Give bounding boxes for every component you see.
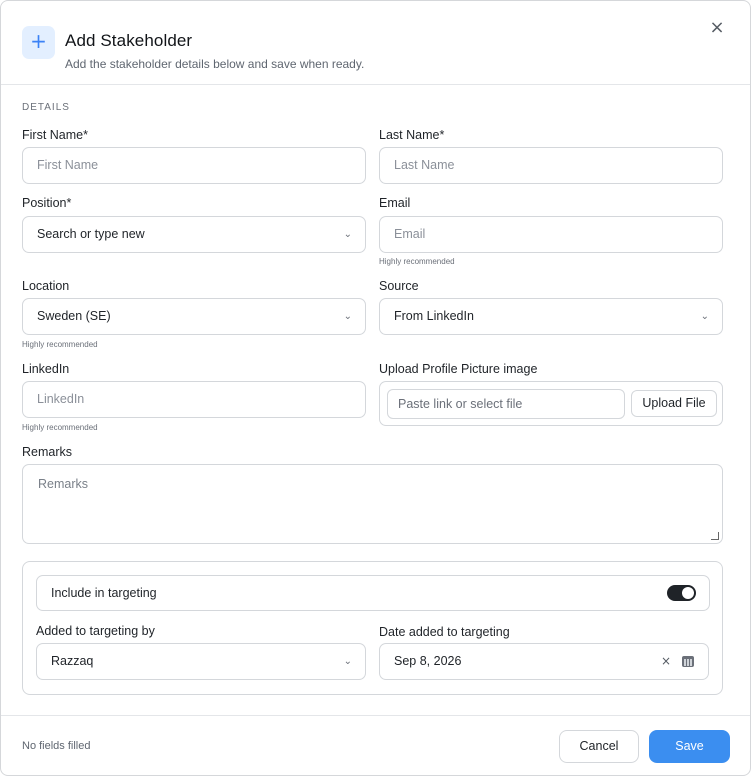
upload-file-button[interactable]: Upload File [631, 390, 717, 417]
dialog-subtitle: Add the stakeholder details below and sa… [65, 57, 365, 71]
plus-icon: + [22, 26, 55, 59]
chevron-down-icon: ⌄ [343, 229, 352, 240]
calendar-icon[interactable] [682, 656, 694, 667]
location-hint: Highly recommended [22, 340, 98, 349]
resize-handle-icon[interactable] [711, 532, 719, 540]
added-by-label: Added to targeting by [36, 624, 155, 638]
position-label: Position* [22, 196, 72, 210]
cancel-button[interactable]: Cancel [559, 730, 639, 763]
add-stakeholder-dialog: + Add Stakeholder Add the stakeholder de… [0, 0, 751, 776]
first-name-input[interactable]: First Name [22, 147, 366, 184]
upload-link-input[interactable]: Paste link or select file [387, 389, 625, 419]
last-name-label: Last Name* [379, 128, 445, 142]
remarks-textarea[interactable]: Remarks [22, 464, 723, 544]
fields-status: No fields filled [22, 740, 91, 752]
chevron-down-icon: ⌄ [700, 311, 709, 322]
clear-icon[interactable]: × [661, 644, 671, 679]
chevron-down-icon: ⌄ [343, 656, 352, 667]
source-label: Source [379, 279, 419, 293]
email-input[interactable]: Email [379, 216, 723, 253]
close-icon[interactable]: × [708, 19, 726, 37]
location-select[interactable]: Sweden (SE) ⌄ [22, 298, 366, 335]
email-label: Email [379, 196, 411, 210]
source-select[interactable]: From LinkedIn ⌄ [379, 298, 723, 335]
dialog-title: Add Stakeholder [65, 31, 193, 50]
remarks-label: Remarks [22, 445, 73, 459]
date-added-label: Date added to targeting [379, 625, 510, 639]
location-select-value: Sweden (SE) [37, 309, 111, 323]
remarks-placeholder: Remarks [38, 477, 89, 491]
linkedin-label: LinkedIn [22, 362, 70, 376]
position-select-placeholder: Search or type new [37, 227, 145, 241]
email-hint: Highly recommended [379, 257, 455, 266]
dialog-header: + Add Stakeholder Add the stakeholder de… [1, 1, 750, 85]
last-name-input[interactable]: Last Name [379, 147, 723, 184]
include-targeting-label: Include in targeting [51, 586, 157, 600]
location-label: Location [22, 279, 70, 293]
date-added-input[interactable]: Sep 8, 2026 × [379, 643, 709, 680]
position-select[interactable]: Search or type new ⌄ [22, 216, 366, 253]
linkedin-hint: Highly recommended [22, 423, 98, 432]
added-by-value: Razzaq [51, 654, 94, 668]
chevron-down-icon: ⌄ [343, 311, 352, 322]
include-targeting-row: Include in targeting [36, 575, 710, 611]
save-button[interactable]: Save [649, 730, 730, 763]
added-by-select[interactable]: Razzaq ⌄ [36, 643, 366, 680]
upload-label: Upload Profile Picture image [379, 362, 538, 376]
dialog-footer: No fields filled Cancel Save [1, 715, 750, 775]
date-added-value: Sep 8, 2026 [394, 654, 462, 668]
source-select-value: From LinkedIn [394, 309, 474, 323]
first-name-label: First Name* [22, 128, 88, 142]
section-label-details: DETAILS [22, 102, 70, 113]
toggle-knob [682, 587, 694, 599]
upload-field: Paste link or select file Upload File [379, 381, 723, 426]
linkedin-input[interactable]: LinkedIn [22, 381, 366, 418]
include-targeting-toggle[interactable] [667, 585, 696, 601]
